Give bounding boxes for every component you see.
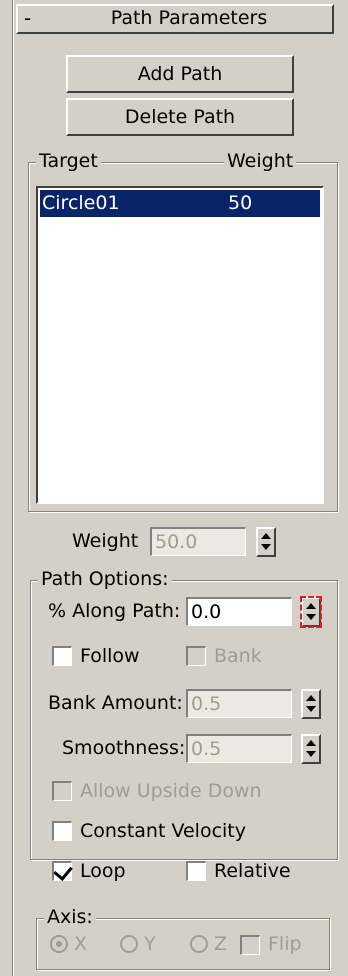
spinner-up-icon [306,740,316,746]
bank-amount-label: Bank Amount: [48,692,183,714]
delete-path-button[interactable]: Delete Path [66,98,294,136]
path-options-title: Path Options: [38,568,172,590]
loop-checkbox[interactable] [52,861,73,881]
flip-label: Flip [268,933,302,955]
weight-column-header: Weight [224,150,297,172]
relative-checkbox[interactable] [186,861,206,881]
flip-checkbox[interactable] [240,935,260,955]
checkmark-icon [53,861,73,881]
axis-z-label: Z [214,933,228,955]
bank-amount-spinner[interactable] [301,689,321,719]
target-column-header: Target [36,150,101,172]
relative-label: Relative [214,860,291,882]
along-path-label: % Along Path: [48,600,181,622]
spinner-down-icon [306,614,316,620]
spinner-down-icon [261,544,271,550]
target-listbox[interactable] [36,186,324,504]
bank-label: Bank [214,645,262,667]
spinner-up-icon [306,695,316,701]
rollout-collapse-toggle[interactable]: - [24,6,44,30]
constant-velocity-label: Constant Velocity [80,820,246,842]
spinner-down-icon [306,706,316,712]
along-path-spinner[interactable] [300,596,322,628]
along-path-field[interactable]: 0.0 [186,597,292,626]
smoothness-label: Smoothness: [62,737,186,759]
follow-checkbox[interactable] [52,646,72,666]
spinner-down-icon [306,751,316,757]
allow-upside-down-label: Allow Upside Down [80,780,262,802]
allow-upside-down-checkbox[interactable] [52,781,72,801]
list-item[interactable]: Circle01 50 [40,190,320,217]
axis-y-label: Y [144,933,156,955]
smoothness-field[interactable]: 0.5 [186,734,292,763]
axis-title: Axis: [44,906,96,928]
smoothness-spinner[interactable] [301,734,321,764]
bank-checkbox[interactable] [186,646,206,666]
spinner-up-icon [306,603,316,609]
axis-x-label: X [74,933,88,955]
rollout-title: Path Parameters [110,7,268,29]
list-item-target: Circle01 [42,192,120,214]
spinner-up-icon [261,533,271,539]
follow-label: Follow [80,645,140,667]
list-item-weight: 50 [228,192,253,214]
bank-amount-field[interactable]: 0.5 [186,689,292,718]
axis-x-radio[interactable] [50,935,68,953]
loop-label: Loop [80,860,126,882]
add-path-button[interactable]: Add Path [66,55,294,93]
axis-z-radio[interactable] [190,935,208,953]
constant-velocity-checkbox[interactable] [52,821,72,841]
weight-spinner[interactable] [256,527,276,557]
radio-selected-dot-icon [56,941,62,947]
weight-label: Weight [72,530,139,552]
weight-field[interactable]: 50.0 [150,527,246,556]
rollout-frame-highlight [13,0,14,976]
axis-y-radio[interactable] [120,935,138,953]
